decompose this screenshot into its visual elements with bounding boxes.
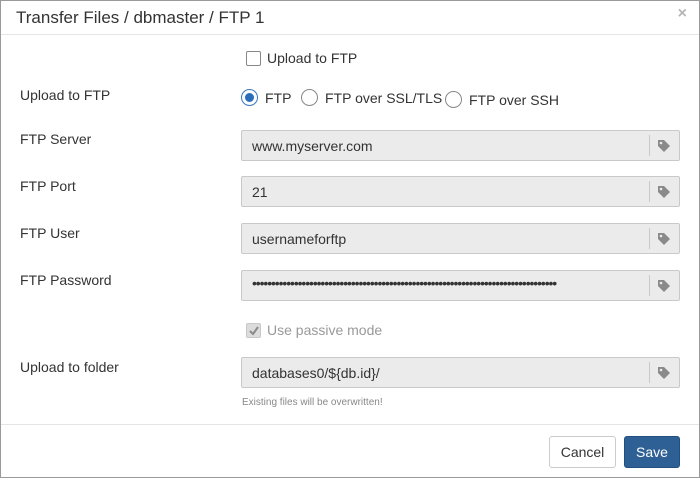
protocol-label: Upload to FTP [20, 87, 111, 103]
footer-divider [1, 424, 699, 425]
dialog-header: Transfer Files / dbmaster / FTP 1 × [1, 1, 699, 35]
overwrite-hint: Existing files will be overwritten! [242, 397, 383, 408]
tag-icon[interactable] [657, 279, 671, 296]
ftp-port-value[interactable]: 21 [252, 184, 268, 200]
passive-mode-label[interactable]: Use passive mode [267, 322, 382, 338]
radio-ftp-ssh-label[interactable]: FTP over SSH [469, 92, 559, 108]
ftp-port-field[interactable]: 21 [241, 176, 680, 207]
radio-ftp-ssl-tls[interactable] [301, 89, 318, 106]
field-divider [649, 275, 650, 296]
radio-ftp-ssh[interactable] [445, 91, 462, 108]
ftp-user-field[interactable]: usernameforftp [241, 223, 680, 254]
ftp-server-value[interactable]: www.myserver.com [252, 138, 373, 154]
ftp-password-field[interactable]: ••••••••••••••••••••••••••••••••••••••••… [241, 270, 680, 301]
upload-to-ftp-checkbox[interactable] [246, 51, 261, 66]
tag-icon[interactable] [657, 232, 671, 249]
tag-icon[interactable] [657, 185, 671, 202]
ftp-port-label: FTP Port [20, 178, 76, 194]
field-divider [649, 135, 650, 156]
close-icon[interactable]: × [678, 6, 687, 22]
save-button[interactable]: Save [624, 436, 680, 468]
transfer-files-dialog: Transfer Files / dbmaster / FTP 1 × Uplo… [0, 0, 700, 478]
ftp-user-value[interactable]: usernameforftp [252, 231, 346, 247]
upload-folder-field[interactable]: databases0/${db.id}/ [241, 357, 680, 388]
field-divider [649, 228, 650, 249]
field-divider [649, 181, 650, 202]
cancel-button[interactable]: Cancel [549, 436, 616, 468]
check-icon [249, 326, 259, 336]
upload-folder-value[interactable]: databases0/${db.id}/ [252, 365, 380, 381]
ftp-server-field[interactable]: www.myserver.com [241, 130, 680, 161]
tag-icon[interactable] [657, 366, 671, 383]
tag-icon[interactable] [657, 139, 671, 156]
ftp-password-value[interactable]: ••••••••••••••••••••••••••••••••••••••••… [252, 275, 647, 291]
upload-to-ftp-checkbox-label[interactable]: Upload to FTP [267, 50, 357, 66]
radio-ftp-ssl-tls-label[interactable]: FTP over SSL/TLS [325, 90, 442, 106]
passive-mode-checkbox[interactable] [246, 323, 261, 338]
dialog-title: Transfer Files / dbmaster / FTP 1 [16, 8, 265, 27]
ftp-password-label: FTP Password [20, 272, 112, 288]
field-divider [649, 362, 650, 383]
upload-folder-label: Upload to folder [20, 359, 119, 375]
ftp-server-label: FTP Server [20, 131, 92, 147]
ftp-user-label: FTP User [20, 225, 80, 241]
radio-ftp[interactable] [241, 89, 258, 106]
radio-ftp-label[interactable]: FTP [265, 90, 291, 106]
